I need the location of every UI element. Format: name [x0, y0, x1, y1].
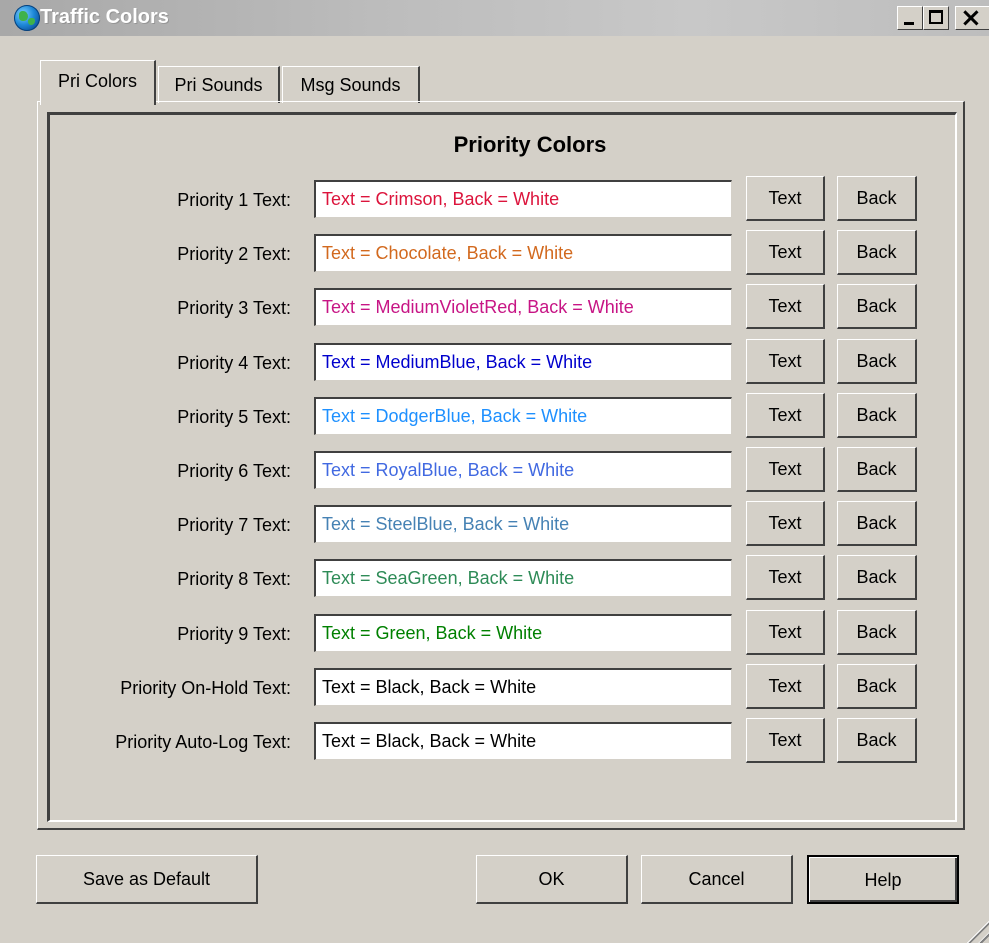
text-color-button[interactable]: Text — [746, 555, 825, 600]
text-color-button[interactable]: Text — [746, 230, 825, 275]
title-bar[interactable]: Traffic Colors × — [0, 0, 989, 36]
text-color-button[interactable]: Text — [746, 393, 825, 438]
color-value-field[interactable]: Text = DodgerBlue, Back = White — [314, 397, 732, 435]
back-color-button[interactable]: Back — [837, 339, 917, 384]
text-color-button[interactable]: Text — [746, 447, 825, 492]
row-label: Priority 5 Text: — [177, 407, 291, 427]
text-color-button[interactable]: Text — [746, 664, 825, 709]
back-color-button[interactable]: Back — [837, 393, 917, 438]
back-color-button[interactable]: Back — [837, 610, 917, 655]
close-icon: × — [960, 3, 982, 33]
close-button[interactable]: × — [955, 3, 989, 33]
color-value-field[interactable]: Text = Black, Back = White — [314, 668, 732, 706]
text-color-button[interactable]: Text — [746, 610, 825, 655]
cancel-button[interactable]: Cancel — [641, 855, 793, 904]
minimize-button[interactable] — [897, 6, 923, 30]
tab-pri-sounds[interactable]: Pri Sounds — [158, 66, 280, 103]
back-color-button[interactable]: Back — [837, 501, 917, 546]
back-color-button[interactable]: Back — [837, 555, 917, 600]
row-label: Priority 1 Text: — [177, 190, 291, 210]
row-label: Priority 4 Text: — [177, 353, 291, 373]
globe-icon — [14, 5, 40, 31]
color-value-field[interactable]: Text = MediumVioletRed, Back = White — [314, 288, 732, 326]
text-color-button[interactable]: Text — [746, 176, 825, 221]
group-title: Priority Colors — [453, 132, 607, 157]
color-value-field[interactable]: Text = SeaGreen, Back = White — [314, 559, 732, 597]
color-value-field[interactable]: Text = Crimson, Back = White — [314, 180, 732, 218]
color-value-field[interactable]: Text = MediumBlue, Back = White — [314, 343, 732, 381]
text-color-button[interactable]: Text — [746, 718, 825, 763]
save-as-default-button[interactable]: Save as Default — [36, 855, 258, 904]
minimize-icon — [904, 22, 914, 25]
maximize-icon — [929, 10, 943, 24]
color-value-field[interactable]: Text = Black, Back = White — [314, 722, 732, 760]
row-label: Priority 8 Text: — [177, 569, 291, 589]
color-value-field[interactable]: Text = Chocolate, Back = White — [314, 234, 732, 272]
back-color-button[interactable]: Back — [837, 176, 917, 221]
text-color-button[interactable]: Text — [746, 284, 825, 329]
back-color-button[interactable]: Back — [837, 284, 917, 329]
back-color-button[interactable]: Back — [837, 230, 917, 275]
resize-grip[interactable] — [963, 917, 989, 943]
back-color-button[interactable]: Back — [837, 447, 917, 492]
text-color-button[interactable]: Text — [746, 501, 825, 546]
row-label: Priority 9 Text: — [177, 624, 291, 644]
color-value-field[interactable]: Text = SteelBlue, Back = White — [314, 505, 732, 543]
back-color-button[interactable]: Back — [837, 718, 917, 763]
window-title: Traffic Colors — [40, 6, 169, 28]
row-label: Priority 3 Text: — [177, 298, 291, 318]
text-color-button[interactable]: Text — [746, 339, 825, 384]
tab-msg-sounds[interactable]: Msg Sounds — [282, 66, 420, 103]
row-label: Priority Auto-Log Text: — [115, 732, 291, 752]
maximize-button[interactable] — [923, 6, 949, 30]
color-value-field[interactable]: Text = RoyalBlue, Back = White — [314, 451, 732, 489]
row-label: Priority 2 Text: — [177, 244, 291, 264]
row-label: Priority 6 Text: — [177, 461, 291, 481]
tab-pri-colors[interactable]: Pri Colors — [40, 60, 156, 105]
color-value-field[interactable]: Text = Green, Back = White — [314, 614, 732, 652]
help-button[interactable]: Help — [807, 855, 959, 904]
row-label: Priority On-Hold Text: — [120, 678, 291, 698]
back-color-button[interactable]: Back — [837, 664, 917, 709]
row-label: Priority 7 Text: — [177, 515, 291, 535]
ok-button[interactable]: OK — [476, 855, 628, 904]
